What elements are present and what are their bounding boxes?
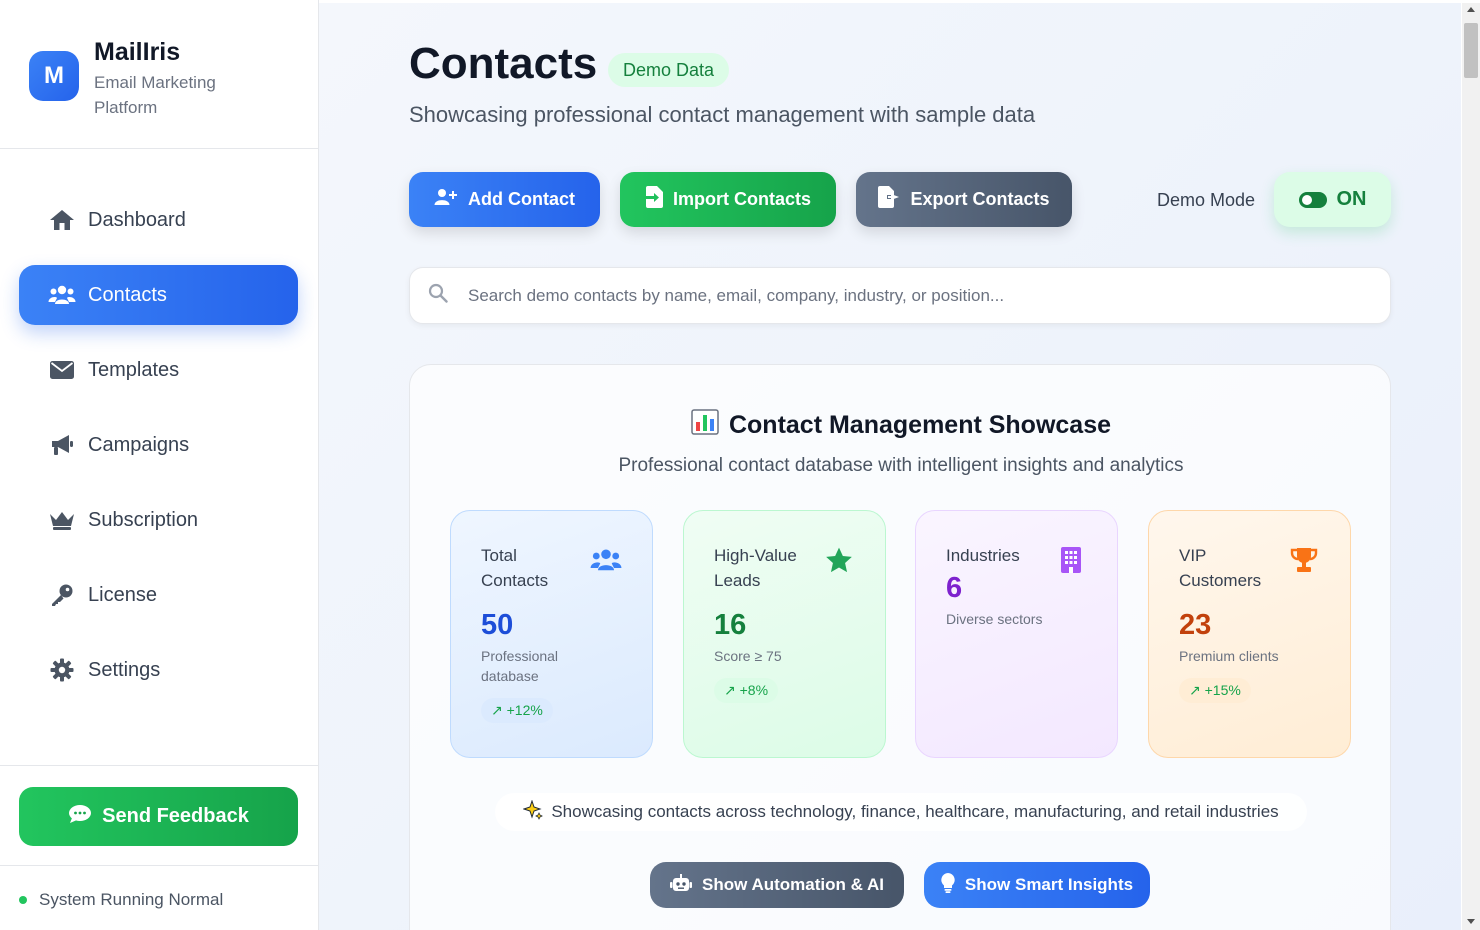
sidebar-item-label: Subscription xyxy=(88,508,199,531)
star-icon xyxy=(823,544,855,576)
building-icon xyxy=(1055,544,1087,576)
stat-card-industries[interactable]: Industries 6 Diverse sectors xyxy=(915,510,1118,758)
status-dot-icon xyxy=(19,896,27,904)
sidebar-item-label: Settings xyxy=(88,658,161,681)
stat-value: 6 xyxy=(946,572,963,604)
show-automation-button[interactable]: Show Automation & AI xyxy=(650,862,904,908)
lightbulb-icon xyxy=(941,872,955,898)
stat-change-badge: ↗ +8% xyxy=(714,678,779,703)
users-icon xyxy=(590,544,622,576)
feedback-section: Send Feedback xyxy=(0,765,318,866)
chat-icon xyxy=(68,804,92,830)
sidebar-item-dashboard[interactable]: Dashboard xyxy=(19,190,298,250)
file-import-icon xyxy=(645,186,663,213)
contact-showcase-card: Contact Management Showcase Professional… xyxy=(409,364,1391,930)
stat-card-vip-customers[interactable]: VIP Customers 23 Premium clients ↗ +15% xyxy=(1148,510,1351,758)
robot-icon xyxy=(670,873,693,897)
sidebar-item-campaigns[interactable]: Campaigns xyxy=(19,415,298,475)
stat-label: Industries xyxy=(946,546,1020,565)
industries-note: Showcasing contacts across technology, f… xyxy=(495,793,1307,831)
toggle-on-icon xyxy=(1298,191,1327,208)
import-contacts-button[interactable]: Import Contacts xyxy=(620,172,836,227)
export-contacts-label: Export Contacts xyxy=(910,189,1050,209)
brand-subtitle: Email Marketing Platform xyxy=(94,73,216,117)
showcase-title: Contact Management Showcase xyxy=(728,411,1112,439)
stat-description: Professional database xyxy=(481,648,559,684)
sidebar-nav: Dashboard Contacts Templates Campaigns S… xyxy=(19,190,298,715)
users-icon xyxy=(48,281,76,309)
key-icon xyxy=(48,581,76,609)
scroll-down-arrow-icon[interactable] xyxy=(1467,919,1475,924)
show-automation-label: Show Automation & AI xyxy=(702,875,884,894)
file-export-icon xyxy=(878,186,900,213)
sparkles-icon xyxy=(522,798,544,825)
sidebar-item-label: Contacts xyxy=(88,283,167,306)
stat-value: 50 xyxy=(481,609,514,641)
industries-note-text: Showcasing contacts across technology, f… xyxy=(551,802,1279,821)
stat-label: VIP Customers xyxy=(1179,546,1262,590)
stat-label: High-Value Leads xyxy=(714,546,797,590)
envelope-icon xyxy=(48,356,76,384)
sidebar: M MailIris Email Marketing Platform Dash… xyxy=(0,0,319,930)
page-subtitle: Showcasing professional contact manageme… xyxy=(409,102,1036,127)
sidebar-item-license[interactable]: License xyxy=(19,565,298,625)
user-plus-icon xyxy=(434,188,458,211)
system-status: System Running Normal xyxy=(19,890,223,910)
stat-label: Total Contacts xyxy=(481,546,549,590)
demo-mode-label: Demo Mode xyxy=(1157,190,1256,210)
show-insights-button[interactable]: Show Smart Insights xyxy=(924,862,1150,908)
stat-value: 16 xyxy=(714,609,747,641)
sidebar-item-label: Templates xyxy=(88,358,180,381)
send-feedback-label: Send Feedback xyxy=(102,805,249,827)
stat-value: 23 xyxy=(1179,609,1212,641)
stat-change-badge: ↗ +15% xyxy=(1179,678,1251,703)
stat-change-badge: ↗ +12% xyxy=(481,698,553,723)
showcase-title-row: Contact Management Showcase xyxy=(410,409,1392,442)
gear-icon xyxy=(48,656,76,684)
export-contacts-button[interactable]: Export Contacts xyxy=(856,172,1072,227)
search-icon xyxy=(428,283,448,308)
sidebar-item-templates[interactable]: Templates xyxy=(19,340,298,400)
demo-mode-toggle[interactable]: ON xyxy=(1274,172,1391,227)
scroll-up-arrow-icon[interactable] xyxy=(1467,7,1475,12)
sidebar-item-label: Dashboard xyxy=(88,208,186,231)
show-insights-label: Show Smart Insights xyxy=(964,875,1134,894)
add-contact-label: Add Contact xyxy=(468,189,575,209)
sidebar-item-label: Campaigns xyxy=(88,433,190,456)
showcase-subtitle: Professional contact database with intel… xyxy=(618,455,1184,476)
sidebar-item-settings[interactable]: Settings xyxy=(19,640,298,700)
main-content: Contacts Demo Data Showcasing profession… xyxy=(319,3,1461,930)
crown-icon xyxy=(48,506,76,534)
home-icon xyxy=(48,206,76,234)
system-status-text: System Running Normal xyxy=(39,890,224,909)
send-feedback-button[interactable]: Send Feedback xyxy=(19,787,298,846)
sidebar-item-contacts[interactable]: Contacts xyxy=(19,265,298,325)
sidebar-item-subscription[interactable]: Subscription xyxy=(19,490,298,550)
scroll-thumb[interactable] xyxy=(1464,23,1478,78)
demo-data-badge: Demo Data xyxy=(608,53,730,87)
search-bar xyxy=(409,267,1391,324)
search-input[interactable] xyxy=(468,285,1368,306)
brand-logo[interactable]: M xyxy=(29,51,79,101)
stat-card-total-contacts[interactable]: Total Contacts 50 Professional database … xyxy=(450,510,653,758)
add-contact-button[interactable]: Add Contact xyxy=(409,172,600,227)
brand-name: MailIris xyxy=(94,38,181,66)
page-title: Contacts xyxy=(409,39,598,88)
stat-description: Premium clients xyxy=(1179,648,1279,664)
stat-description: Diverse sectors xyxy=(946,611,1043,627)
vertical-scrollbar[interactable] xyxy=(1462,3,1480,930)
import-contacts-label: Import Contacts xyxy=(672,189,811,209)
bar-chart-icon xyxy=(691,409,719,442)
megaphone-icon xyxy=(48,431,76,459)
trophy-icon xyxy=(1288,544,1320,576)
stat-description: Score ≥ 75 xyxy=(714,648,782,664)
stat-card-high-value-leads[interactable]: High-Value Leads 16 Score ≥ 75 ↗ +8% xyxy=(683,510,886,758)
sidebar-item-label: License xyxy=(88,583,157,606)
brand-header: M MailIris Email Marketing Platform xyxy=(0,0,318,149)
demo-mode-state: ON xyxy=(1336,188,1367,210)
